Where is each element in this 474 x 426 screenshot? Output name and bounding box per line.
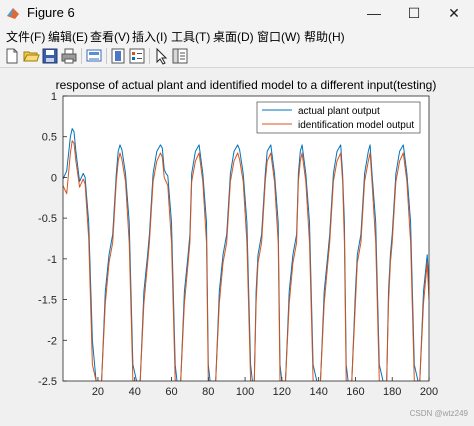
insert-legend-icon[interactable] xyxy=(128,47,146,65)
y-tick-label: 0.5 xyxy=(42,132,57,144)
minimize-button[interactable]: — xyxy=(354,0,394,26)
y-tick-label: -2.5 xyxy=(38,376,57,388)
menu-window[interactable]: 窗口(W) xyxy=(257,28,300,45)
watermark: CSDN @wtz249 xyxy=(409,409,468,418)
menu-help[interactable]: 帮助(H) xyxy=(304,28,345,45)
y-tick-label: 0 xyxy=(51,172,57,184)
y-tick-label: 1 xyxy=(51,91,57,103)
toolbar-separator xyxy=(81,48,82,64)
x-tick-label: 160 xyxy=(346,386,364,398)
menu-edit[interactable]: 编辑(E) xyxy=(48,28,88,45)
property-editor-icon[interactable] xyxy=(171,47,189,65)
menu-file[interactable]: 文件(F) xyxy=(6,28,45,45)
menu-bar: 文件(F) 编辑(E) 查看(V) 插入(I) 工具(T) 桌面(D) 窗口(W… xyxy=(0,26,474,45)
menu-insert[interactable]: 插入(I) xyxy=(132,28,167,45)
x-tick-label: 20 xyxy=(92,386,104,398)
menu-view[interactable]: 查看(V) xyxy=(90,28,130,45)
y-tick-label: -1 xyxy=(47,254,57,266)
toolbar-separator xyxy=(106,48,107,64)
save-icon[interactable] xyxy=(41,47,59,65)
x-tick-label: 140 xyxy=(309,386,327,398)
menu-desktop[interactable]: 桌面(D) xyxy=(213,28,254,45)
x-tick-label: 120 xyxy=(273,386,291,398)
window-titlebar: Figure 6 — ☐ ✕ xyxy=(0,0,474,26)
new-figure-icon[interactable] xyxy=(3,47,21,65)
x-tick-label: 100 xyxy=(236,386,254,398)
open-file-icon[interactable] xyxy=(22,47,40,65)
line-chart: response of actual plant and identified … xyxy=(38,78,438,398)
x-tick-label: 60 xyxy=(165,386,177,398)
legend-label-identified: identification model output xyxy=(298,120,414,131)
chart-title: response of actual plant and identified … xyxy=(56,78,437,92)
link-plot-icon[interactable] xyxy=(85,47,103,65)
print-icon[interactable] xyxy=(60,47,78,65)
axes-background xyxy=(63,96,429,381)
window-title: Figure 6 xyxy=(27,5,75,20)
insert-colorbar-icon[interactable] xyxy=(109,47,127,65)
matlab-app-icon xyxy=(7,8,19,19)
maximize-button[interactable]: ☐ xyxy=(394,0,434,26)
y-tick-label: -0.5 xyxy=(38,213,57,225)
x-tick-label: 180 xyxy=(383,386,401,398)
menu-tools[interactable]: 工具(T) xyxy=(171,28,210,45)
x-tick-label: 40 xyxy=(129,386,141,398)
x-tick-label: 80 xyxy=(202,386,214,398)
x-tick-label: 200 xyxy=(420,386,438,398)
legend: actual plant output identification model… xyxy=(256,101,421,134)
edit-plot-arrow-icon[interactable] xyxy=(152,47,170,65)
figure-toolbar xyxy=(0,45,474,68)
figure-canvas: response of actual plant and identified … xyxy=(0,68,474,421)
y-tick-label: -1.5 xyxy=(38,295,57,307)
close-button[interactable]: ✕ xyxy=(434,0,474,26)
legend-label-actual: actual plant output xyxy=(298,106,380,117)
y-tick-label: -2 xyxy=(47,335,57,347)
toolbar-separator xyxy=(149,48,150,64)
